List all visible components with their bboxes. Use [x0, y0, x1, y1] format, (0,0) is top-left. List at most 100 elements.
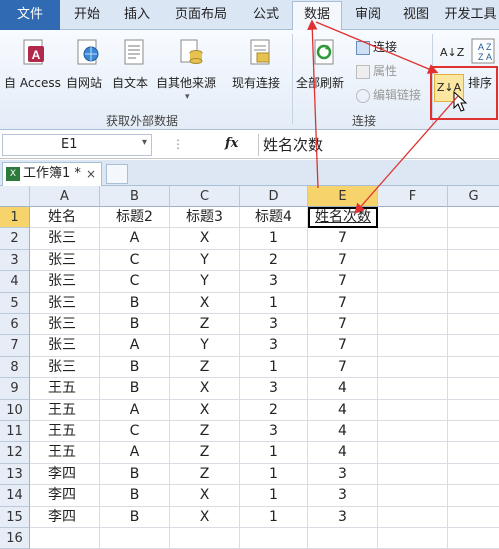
- cell[interactable]: 李四: [30, 506, 100, 528]
- cell[interactable]: 张三: [30, 314, 100, 336]
- name-box-dropdown-icon[interactable]: ▾: [142, 137, 147, 148]
- cell[interactable]: A: [100, 442, 170, 464]
- cell[interactable]: Z: [170, 314, 240, 336]
- cell[interactable]: A: [100, 335, 170, 357]
- workbook-tab[interactable]: X 工作簿1 * ×: [2, 162, 102, 186]
- row-header[interactable]: 6: [0, 314, 30, 336]
- tab-formulas[interactable]: 公式: [244, 2, 288, 30]
- row-header[interactable]: 11: [0, 421, 30, 443]
- cell[interactable]: [448, 485, 499, 507]
- cell[interactable]: B: [100, 356, 170, 379]
- cell[interactable]: [448, 400, 499, 421]
- cell[interactable]: 王五: [30, 399, 100, 421]
- tab-insert[interactable]: 插入: [114, 2, 160, 30]
- cell[interactable]: 标题4: [240, 207, 308, 229]
- column-header-b[interactable]: B: [100, 186, 170, 207]
- cell[interactable]: [448, 228, 499, 250]
- cell[interactable]: [378, 292, 448, 314]
- cell[interactable]: 7: [308, 228, 378, 250]
- cell[interactable]: 张三: [30, 292, 100, 314]
- cell[interactable]: 标题3: [170, 207, 240, 229]
- row-header[interactable]: 15: [0, 506, 30, 528]
- cell[interactable]: [170, 528, 240, 549]
- formula-input[interactable]: 姓名次数: [258, 134, 499, 156]
- cell[interactable]: [378, 271, 448, 293]
- cell[interactable]: [378, 356, 448, 379]
- cell[interactable]: Z: [170, 463, 240, 486]
- from-web-button[interactable]: 自网站: [66, 34, 110, 112]
- tab-page-layout[interactable]: 页面布局: [164, 2, 238, 30]
- tab-view[interactable]: 视图: [394, 2, 438, 30]
- cell[interactable]: B: [100, 314, 170, 336]
- cell[interactable]: [378, 249, 448, 272]
- cell[interactable]: [378, 399, 448, 421]
- cell[interactable]: [378, 228, 448, 250]
- select-all-corner[interactable]: [0, 186, 30, 207]
- cell[interactable]: A: [100, 228, 170, 250]
- column-header-g[interactable]: G: [448, 186, 499, 207]
- cell[interactable]: [30, 528, 100, 549]
- properties-button[interactable]: 属性: [356, 62, 397, 79]
- cell[interactable]: [378, 207, 448, 229]
- cell[interactable]: [448, 250, 499, 272]
- cell[interactable]: 1: [240, 356, 308, 379]
- cell[interactable]: [378, 335, 448, 357]
- tab-review[interactable]: 审阅: [346, 2, 390, 30]
- cell[interactable]: 3: [240, 271, 308, 293]
- row-header[interactable]: 1: [0, 207, 30, 229]
- cell[interactable]: B: [100, 463, 170, 486]
- existing-connections-button[interactable]: 现有连接: [230, 34, 288, 112]
- insert-function-icon[interactable]: fx: [225, 136, 238, 151]
- refresh-all-button[interactable]: 全部刷新: [296, 34, 350, 112]
- close-icon[interactable]: ×: [86, 163, 96, 185]
- from-access-button[interactable]: A 自 Access: [2, 34, 64, 112]
- cell[interactable]: 2: [240, 399, 308, 421]
- column-header-f[interactable]: F: [378, 186, 448, 207]
- cell[interactable]: [100, 528, 170, 549]
- cell[interactable]: X: [170, 485, 240, 507]
- from-text-button[interactable]: 自文本: [112, 34, 156, 112]
- cell[interactable]: 3: [240, 335, 308, 357]
- row-header[interactable]: 16: [0, 528, 30, 549]
- cell[interactable]: B: [100, 292, 170, 314]
- tab-developer[interactable]: 开发工具: [442, 2, 499, 30]
- cell[interactable]: [448, 357, 499, 379]
- cell[interactable]: 3: [240, 378, 308, 400]
- cell[interactable]: Z: [170, 442, 240, 464]
- cell[interactable]: [308, 528, 378, 549]
- cell[interactable]: [448, 464, 499, 486]
- cell[interactable]: 标题2: [100, 207, 170, 229]
- cell[interactable]: [448, 293, 499, 314]
- cell[interactable]: 张三: [30, 356, 100, 379]
- row-header[interactable]: 5: [0, 292, 30, 314]
- cell[interactable]: B: [100, 378, 170, 400]
- cell[interactable]: 3: [240, 421, 308, 443]
- column-header-e[interactable]: E: [308, 186, 378, 207]
- cell[interactable]: X: [170, 228, 240, 250]
- column-header-c[interactable]: C: [170, 186, 240, 207]
- cell[interactable]: Y: [170, 249, 240, 272]
- cell[interactable]: 王五: [30, 421, 100, 443]
- cell[interactable]: [448, 314, 499, 336]
- connections-button[interactable]: 连接: [356, 38, 397, 55]
- cell[interactable]: B: [100, 506, 170, 528]
- cell[interactable]: 7: [308, 292, 378, 314]
- cell[interactable]: [378, 442, 448, 464]
- tab-data[interactable]: 数据: [292, 1, 342, 31]
- cell[interactable]: Y: [170, 335, 240, 357]
- edit-links-button[interactable]: 编辑链接: [356, 86, 421, 103]
- cell[interactable]: [448, 442, 499, 464]
- cell[interactable]: B: [100, 485, 170, 507]
- cell[interactable]: [240, 528, 308, 549]
- cell[interactable]: Y: [170, 271, 240, 293]
- cell[interactable]: 张三: [30, 271, 100, 293]
- cell[interactable]: [378, 485, 448, 507]
- cell[interactable]: 2: [240, 249, 308, 272]
- cell[interactable]: 李四: [30, 485, 100, 507]
- cell[interactable]: 3: [308, 463, 378, 486]
- cell[interactable]: [448, 335, 499, 357]
- cell[interactable]: 7: [308, 249, 378, 272]
- row-header[interactable]: 3: [0, 249, 30, 272]
- spreadsheet-grid[interactable]: A B C D E F G 1 姓名 标题2 标题3 标题4 姓名次数 2 张三 A X 1 7 3 张三 C Y 2 7 4 张三…: [0, 186, 499, 549]
- cell[interactable]: [448, 378, 499, 400]
